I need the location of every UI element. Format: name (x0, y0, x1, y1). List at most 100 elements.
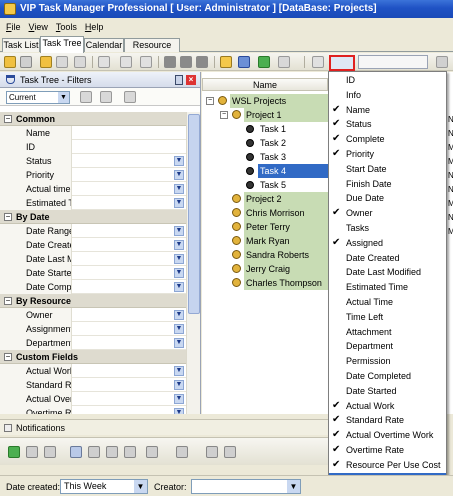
delete-icon[interactable] (74, 56, 86, 68)
new-task-icon[interactable] (4, 56, 16, 68)
menu-item-finish-date[interactable]: Finish Date (329, 177, 446, 192)
menu-item-name[interactable]: ✔ Name (329, 103, 446, 118)
menu-item-date-created[interactable]: Date Created (329, 251, 446, 266)
collapse-icon[interactable]: − (4, 115, 12, 123)
sort-az-icon[interactable] (220, 56, 232, 68)
menu-item-actual-work[interactable]: ✔ Actual Work (329, 399, 446, 414)
clear-filter-icon[interactable] (100, 91, 112, 103)
report-icon[interactable] (278, 56, 290, 68)
chevron-down-icon[interactable]: ▼ (174, 380, 184, 390)
delete-icon[interactable] (146, 446, 158, 458)
scrollbar-thumb[interactable] (188, 114, 200, 314)
menu-tools[interactable]: Tools (52, 22, 81, 32)
chevron-down-icon[interactable]: ▼ (174, 338, 184, 348)
filter-row-date-started[interactable]: Date Started ▼ (0, 266, 186, 280)
task-icon[interactable] (106, 446, 118, 458)
name-column-header[interactable]: Name (202, 78, 328, 91)
filter-group-custom-fields[interactable]: − Custom Fields (0, 350, 186, 364)
filter-row-actual-overt[interactable]: Actual Overt ▼ (0, 392, 186, 406)
filter-row-date-last-m[interactable]: Date Last M ▼ (0, 252, 186, 266)
tree-row[interactable]: Task 5 (258, 178, 328, 192)
filter-row-id[interactable]: ID (0, 140, 186, 154)
filter-row-owner[interactable]: Owner ▼ (0, 308, 186, 322)
alert-icon[interactable] (70, 446, 82, 458)
column-width-icon[interactable] (312, 56, 324, 68)
menu-item-estimated-time[interactable]: Estimated Time (329, 280, 446, 295)
tree-row[interactable]: Mark Ryan (244, 234, 328, 248)
filter-group-common[interactable]: − Common (0, 112, 186, 126)
filter-icon[interactable] (98, 56, 110, 68)
menu-item-tasks[interactable]: Tasks (329, 221, 446, 236)
chevron-down-icon[interactable]: ▼ (174, 184, 184, 194)
chevron-down-icon[interactable]: ▼ (174, 282, 184, 292)
tree-row[interactable]: Jerry Craig (244, 262, 328, 276)
filter-row-priority[interactable]: Priority ▼ (0, 168, 186, 182)
calendar-icon[interactable] (124, 446, 136, 458)
menu-item-overtime-rate[interactable]: ✔ Overtime Rate (329, 443, 446, 458)
chevron-down-icon[interactable]: ▼ (174, 156, 184, 166)
menu-item-department[interactable]: Department (329, 339, 446, 354)
filter-view-select[interactable]: Current ▼ (6, 91, 70, 104)
menu-item-permission[interactable]: Permission (329, 354, 446, 369)
move-down-icon[interactable] (180, 56, 192, 68)
collapse-icon[interactable]: − (4, 213, 12, 221)
tab-task-list[interactable]: Task List (2, 38, 40, 52)
columns-dropdown-button[interactable] (329, 55, 355, 71)
move-bottom-icon[interactable] (196, 56, 208, 68)
apply-filter-icon[interactable] (80, 91, 92, 103)
indent-icon[interactable] (140, 56, 152, 68)
filter-row-standard-ra[interactable]: Standard Ra ▼ (0, 378, 186, 392)
filter-row-actual-work[interactable]: Actual Work ▼ (0, 364, 186, 378)
tree-row[interactable]: Project 1 (244, 108, 328, 122)
chevron-down-icon[interactable]: ▼ (174, 240, 184, 250)
filter-row-department[interactable]: Department ▼ (0, 336, 186, 350)
chevron-down-icon[interactable]: ▼ (174, 268, 184, 278)
tab-task-tree[interactable]: Task Tree (40, 36, 84, 53)
creator-select[interactable]: ▼ (191, 479, 301, 494)
filter-icon[interactable] (206, 446, 218, 458)
unread-icon[interactable] (44, 446, 56, 458)
expand-icon[interactable] (238, 56, 250, 68)
scissors-icon[interactable] (120, 56, 132, 68)
menu-view[interactable]: View (25, 22, 52, 32)
chevron-down-icon[interactable]: ▼ (174, 198, 184, 208)
print-icon[interactable] (436, 56, 448, 68)
expand-toggle-icon[interactable]: − (220, 111, 228, 119)
tree-row[interactable]: Project 2 (244, 192, 328, 206)
toolbar-combo[interactable] (358, 55, 428, 69)
move-up-icon[interactable] (164, 56, 176, 68)
filter-row-actual-time[interactable]: Actual time ▼ (0, 182, 186, 196)
menu-item-priority[interactable]: ✔ Priority (329, 147, 446, 162)
tree-row[interactable]: Sandra Roberts (244, 248, 328, 262)
menu-item-attachment[interactable]: Attachment (329, 325, 446, 340)
tree-row[interactable]: Peter Terry (244, 220, 328, 234)
menu-file[interactable]: File (2, 22, 25, 32)
tree-row[interactable]: Task 4 (258, 164, 328, 178)
filter-row-date-compl[interactable]: Date Compl ▼ (0, 280, 186, 294)
chevron-down-icon[interactable]: ▼ (174, 170, 184, 180)
menu-help[interactable]: Help (81, 22, 108, 32)
filter-group-by-resource[interactable]: − By Resource (0, 294, 186, 308)
filter-row-status[interactable]: Status ▼ (0, 154, 186, 168)
pin-icon[interactable] (175, 75, 183, 85)
tree-row[interactable]: Task 1 (258, 122, 328, 136)
tree-row[interactable]: Charles Thompson (244, 276, 328, 290)
chevron-down-icon[interactable]: ▼ (174, 324, 184, 334)
tree-row[interactable]: Task 2 (258, 136, 328, 150)
filter-row-estimated-ti[interactable]: Estimated Ti ▼ (0, 196, 186, 210)
new-subtask-icon[interactable] (20, 56, 32, 68)
menu-item-start-date[interactable]: Start Date (329, 162, 446, 177)
menu-item-actual-overtime-work[interactable]: ✔ Actual Overtime Work (329, 428, 446, 443)
chevron-down-icon[interactable]: ▼ (174, 226, 184, 236)
close-icon[interactable]: × (186, 75, 196, 85)
menu-item-due-date[interactable]: Due Date (329, 191, 446, 206)
mail-icon[interactable] (88, 446, 100, 458)
refresh-icon[interactable] (258, 56, 270, 68)
tab-resource-list[interactable]: Resource List (124, 38, 180, 62)
chevron-down-icon[interactable]: ▼ (174, 310, 184, 320)
menu-item-date-last-modified[interactable]: Date Last Modified (329, 265, 446, 280)
menu-item-date-started[interactable]: Date Started (329, 384, 446, 399)
menu-item-assigned[interactable]: ✔ Assigned (329, 236, 446, 251)
chevron-down-icon[interactable]: ▼ (174, 254, 184, 264)
tree-row[interactable]: Task 3 (258, 150, 328, 164)
